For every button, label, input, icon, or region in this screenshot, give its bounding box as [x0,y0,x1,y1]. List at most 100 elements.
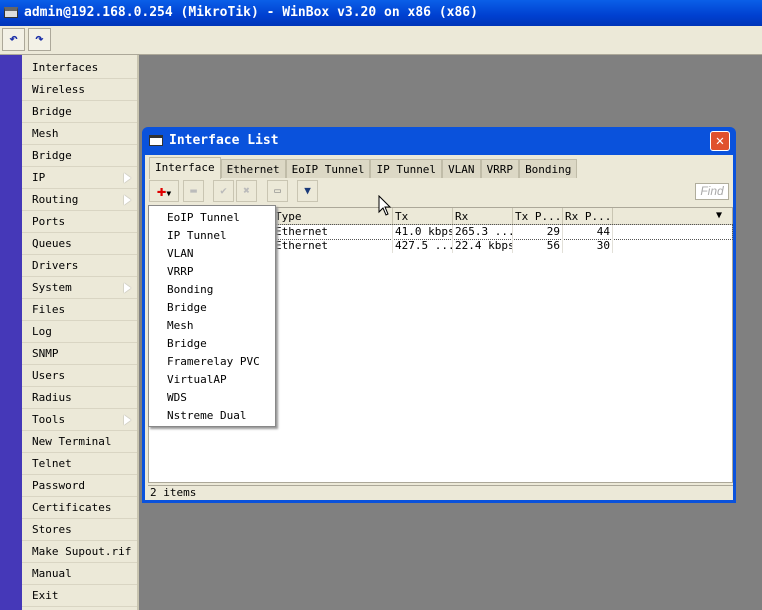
sidebar-item-users[interactable]: Users [22,365,137,387]
sidebar-item-label: Certificates [32,501,112,514]
sidebar-item-label: Exit [32,589,59,602]
close-button[interactable]: ✕ [710,131,730,151]
tab-eoip-tunnel[interactable]: EoIP Tunnel [285,159,371,178]
filter-button[interactable]: ▼ [297,180,318,202]
tab-bonding[interactable]: Bonding [519,159,578,178]
tab-bar: Interface Ethernet EoIP Tunnel IP Tunnel VLA… [149,157,578,179]
table-cell: 44 [563,225,613,239]
sidebar-item-bridge[interactable]: Bridge [22,101,137,123]
tab-ip-tunnel[interactable]: IP Tunnel [370,159,443,178]
sidebar-item-radius[interactable]: Radius [22,387,137,409]
sidebar-item-label: Bridge [32,149,72,162]
comment-button[interactable]: ▭ [267,180,288,202]
close-icon: ✕ [715,133,725,149]
sidebar-item-routing[interactable]: Routing [22,189,137,211]
sidebar-item-snmp[interactable]: SNMP [22,343,137,365]
plus-icon: ✚ [156,181,167,200]
menu-item-bridge[interactable]: Bridge [149,299,275,317]
sidebar-item-ports[interactable]: Ports [22,211,137,233]
undo-icon: ↶ [9,31,18,47]
sidebar-item-files[interactable]: Files [22,299,137,321]
sidebar-item-label: Queues [32,237,72,250]
column-header[interactable]: Tx [393,208,453,225]
menu-item-virtualap[interactable]: VirtualAP [149,371,275,389]
menu-item-vrrp[interactable]: VRRP [149,263,275,281]
check-icon: ✔ [220,184,227,197]
table-cell: 427.5 ... [395,239,453,253]
sidebar-item-password[interactable]: Password [22,475,137,497]
menu-item-nstreme-dual[interactable]: Nstreme Dual [149,407,275,425]
sidebar-item-label: Routing [32,193,79,206]
sidebar-item-new-terminal[interactable]: New Terminal [22,431,137,453]
tab-interface[interactable]: Interface [149,157,221,179]
window-titlebar[interactable]: Interface List ✕ [145,127,733,155]
add-button[interactable]: ✚▼ [149,180,179,202]
sidebar-item-wireless[interactable]: Wireless [22,79,137,101]
sidebar-item-label: Mesh [32,127,59,140]
sidebar-item-label: Password [32,479,85,492]
sidebar-item-label: System [32,281,72,294]
window-title: Interface List [169,133,279,148]
sidebar-item-manual[interactable]: Manual [22,563,137,585]
sidebar-item-ip[interactable]: IP [22,167,137,189]
submenu-arrow-icon [124,173,131,183]
mouse-cursor-icon [378,195,392,216]
sidebar-item-exit[interactable]: Exit [22,585,137,607]
sidebar-item-make-supout-rif[interactable]: Make Supout.rif [22,541,137,563]
menu-item-eoip-tunnel[interactable]: EoIP Tunnel [149,209,275,227]
chevron-down-icon: ▼ [166,189,172,198]
sidebar-item-system[interactable]: System [22,277,137,299]
menu-item-bonding[interactable]: Bonding [149,281,275,299]
table-cell: 56 [513,239,563,253]
column-header[interactable]: Rx [453,208,513,225]
tab-ethernet[interactable]: Ethernet [220,159,286,178]
app-titlebar: admin@192.168.0.254 (MikroTik) - WinBox … [0,0,762,26]
sidebar-item-label: Make Supout.rif [32,545,132,558]
column-header[interactable]: Rx P... [563,208,613,225]
sidebar-item-stores[interactable]: Stores [22,519,137,541]
column-header[interactable]: Tx P... [513,208,563,225]
sidebar-item-label: Wireless [32,83,85,96]
redo-button[interactable]: ↷ [28,28,51,51]
sidebar-item-label: Tools [32,413,66,426]
sidebar-item-label: Telnet [32,457,72,470]
menu-item-framerelay-pvc[interactable]: Framerelay PVC [149,353,275,371]
disable-button[interactable]: ✖ [236,180,257,202]
sidebar-item-mesh[interactable]: Mesh [22,123,137,145]
sidebar-item-label: SNMP [32,347,59,360]
find-input[interactable]: Find [695,183,729,200]
sidebar-item-interfaces[interactable]: Interfaces [22,57,137,79]
table-cell: 41.0 kbps [395,225,453,239]
sidebar-item-label: Ports [32,215,66,228]
tab-vlan[interactable]: VLAN [442,159,481,178]
x-icon: ✖ [243,184,250,197]
menu-item-bridge[interactable]: Bridge [149,335,275,353]
menu-item-ip-tunnel[interactable]: IP Tunnel [149,227,275,245]
sidebar-item-telnet[interactable]: Telnet [22,453,137,475]
sidebar-item-certificates[interactable]: Certificates [22,497,137,519]
remove-button[interactable]: ▬ [183,180,204,202]
table-cell: 29 [513,225,563,239]
sidebar-item-label: Manual [32,567,72,580]
sidebar-item-queues[interactable]: Queues [22,233,137,255]
app-icon [4,7,18,18]
column-header-spacer [613,208,732,225]
menu-item-mesh[interactable]: Mesh [149,317,275,335]
menu-item-wds[interactable]: WDS [149,389,275,407]
sidebar-item-tools[interactable]: Tools [22,409,137,431]
filter-icon: ▼ [304,184,311,197]
table-cell: 30 [563,239,613,253]
column-chooser-icon[interactable]: ▼ [716,210,722,221]
tab-vrrp[interactable]: VRRP [480,159,520,178]
sidebar-item-label: Log [32,325,52,338]
column-header[interactable]: Type [273,208,393,225]
table-cell: Ethernet [273,225,393,239]
enable-button[interactable]: ✔ [213,180,234,202]
sidebar-item-log[interactable]: Log [22,321,137,343]
menu-item-vlan[interactable]: VLAN [149,245,275,263]
sidebar-item-label: IP [32,171,46,184]
sidebar-item-bridge[interactable]: Bridge [22,145,137,167]
comment-icon: ▭ [274,184,281,197]
undo-button[interactable]: ↶ [2,28,25,51]
sidebar-item-drivers[interactable]: Drivers [22,255,137,277]
